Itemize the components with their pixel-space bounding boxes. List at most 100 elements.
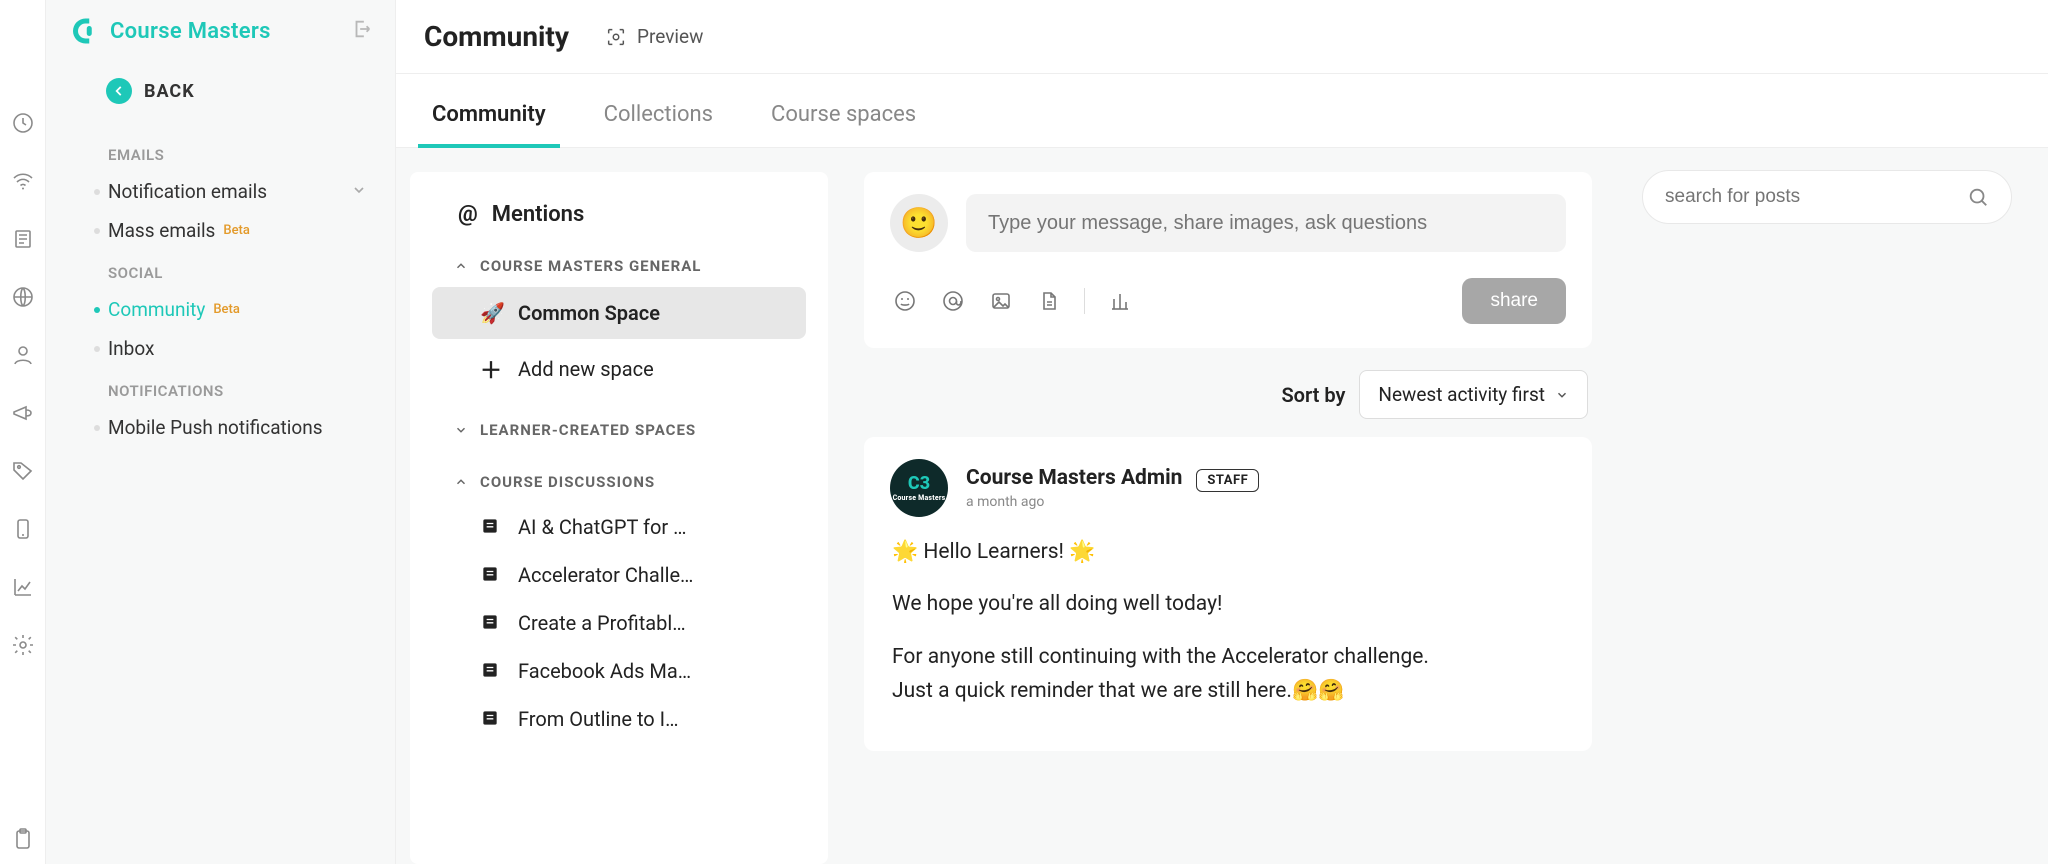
section-heading-social: SOCIAL xyxy=(46,250,395,290)
course-item[interactable]: AI & ChatGPT for … xyxy=(432,503,806,551)
space-common[interactable]: 🚀 Common Space xyxy=(432,287,806,339)
chart-icon[interactable] xyxy=(10,574,36,600)
book-icon xyxy=(480,564,502,586)
page-header: Community Preview xyxy=(396,0,2048,74)
sort-value: Newest activity first xyxy=(1378,383,1545,406)
image-icon[interactable] xyxy=(988,288,1014,314)
tab-collections[interactable]: Collections xyxy=(596,102,721,147)
brand-row: Course Masters xyxy=(46,0,395,62)
tab-community[interactable]: Community xyxy=(424,102,554,147)
sidebar: Course Masters BACK EMAILS Notification … xyxy=(46,0,396,864)
tab-course-spaces[interactable]: Course spaces xyxy=(763,102,924,147)
back-icon[interactable] xyxy=(106,78,132,104)
brand-name: Course Masters xyxy=(110,19,271,44)
course-label: From Outline to I… xyxy=(518,707,679,731)
sidebar-item-notification-emails[interactable]: Notification emails xyxy=(46,172,395,211)
course-item[interactable]: Create a Profitabl… xyxy=(432,599,806,647)
book-icon xyxy=(480,612,502,634)
search-input[interactable] xyxy=(1665,186,1967,208)
course-label: Facebook Ads Ma… xyxy=(518,659,691,683)
chevron-up-icon xyxy=(454,259,468,273)
sidebar-item-inbox[interactable]: Inbox xyxy=(46,329,395,368)
plus-icon: ＋ xyxy=(480,353,502,385)
exit-icon[interactable] xyxy=(351,18,373,44)
sidebar-item-label: Notification emails xyxy=(108,180,267,203)
sidebar-item-mobile-push[interactable]: Mobile Push notifications xyxy=(46,408,395,447)
add-space-label: Add new space xyxy=(518,357,654,381)
chevron-up-icon xyxy=(454,475,468,489)
search-column xyxy=(1628,148,2048,864)
feed: 🙂 share Sort by Newest activity first xyxy=(828,148,1628,864)
preview-label: Preview xyxy=(637,25,703,48)
course-item[interactable]: Accelerator Challe… xyxy=(432,551,806,599)
clock-icon[interactable] xyxy=(10,110,36,136)
course-item[interactable]: Facebook Ads Ma… xyxy=(432,647,806,695)
post-line: 🌟 Hello Learners! 🌟 xyxy=(892,537,1564,567)
avatar: 🙂 xyxy=(890,194,948,252)
sidebar-item-label: Inbox xyxy=(108,337,154,360)
globe-icon[interactable] xyxy=(10,284,36,310)
course-item[interactable]: From Outline to I… xyxy=(432,695,806,743)
page-icon[interactable] xyxy=(10,226,36,252)
divider xyxy=(1084,288,1085,314)
section-heading-notifications: NOTIFICATIONS xyxy=(46,368,395,408)
space-label: Common Space xyxy=(518,301,660,325)
wifi-icon[interactable] xyxy=(10,168,36,194)
chevron-down-icon xyxy=(1555,388,1569,402)
sidebar-item-community[interactable]: Community Beta xyxy=(46,290,395,329)
search-box[interactable] xyxy=(1642,170,2012,224)
sidebar-item-mass-emails[interactable]: Mass emails Beta xyxy=(46,211,395,250)
compose-input[interactable] xyxy=(966,194,1566,252)
clipboard-icon[interactable] xyxy=(10,826,36,852)
sidebar-item-label: Community xyxy=(108,298,205,321)
preview-button[interactable]: Preview xyxy=(605,25,703,48)
megaphone-icon[interactable] xyxy=(10,400,36,426)
share-button[interactable]: share xyxy=(1462,278,1566,324)
preview-icon xyxy=(605,26,627,48)
search-icon xyxy=(1967,186,1989,208)
add-space[interactable]: ＋ Add new space xyxy=(432,339,806,399)
composer: 🙂 share xyxy=(864,172,1592,348)
staff-badge: STAFF xyxy=(1196,469,1259,492)
group-head-discussions[interactable]: COURSE DISCUSSIONS xyxy=(410,451,828,503)
mentions-label: Mentions xyxy=(492,202,585,227)
file-icon[interactable] xyxy=(1036,288,1062,314)
tabs: Community Collections Course spaces xyxy=(396,74,2048,148)
rocket-icon: 🚀 xyxy=(480,301,502,325)
emoji-icon[interactable] xyxy=(892,288,918,314)
group-head-learner[interactable]: LEARNER-CREATED SPACES xyxy=(410,399,828,451)
spaces-panel: @ Mentions COURSE MASTERS GENERAL 🚀 Comm… xyxy=(410,172,828,864)
chevron-down-icon xyxy=(454,423,468,437)
post-body: 🌟 Hello Learners! 🌟 We hope you're all d… xyxy=(890,517,1566,707)
at-icon: @ xyxy=(458,202,478,227)
group-head-general[interactable]: COURSE MASTERS GENERAL xyxy=(410,249,828,287)
post: C3Course Masters Course Masters Admin ST… xyxy=(864,437,1592,751)
post-time: a month ago xyxy=(966,494,1259,510)
beta-badge: Beta xyxy=(223,223,250,238)
icon-rail xyxy=(0,0,46,864)
post-author: Course Masters Admin xyxy=(966,466,1182,490)
chevron-down-icon xyxy=(351,180,367,203)
mobile-icon[interactable] xyxy=(10,516,36,542)
sort-select[interactable]: Newest activity first xyxy=(1359,370,1588,419)
sidebar-item-label: Mobile Push notifications xyxy=(108,416,323,439)
back-row[interactable]: BACK xyxy=(46,62,395,122)
gear-icon[interactable] xyxy=(10,632,36,658)
brand-logo-icon xyxy=(68,16,98,46)
book-icon xyxy=(480,516,502,538)
post-line: Just a quick reminder that we are still … xyxy=(892,676,1564,706)
course-label: Create a Profitabl… xyxy=(518,611,686,635)
course-label: Accelerator Challe… xyxy=(518,563,693,587)
page-title: Community xyxy=(424,20,569,53)
course-label: AI & ChatGPT for … xyxy=(518,515,687,539)
mentions-item[interactable]: @ Mentions xyxy=(410,190,828,249)
tag-icon[interactable] xyxy=(10,458,36,484)
mention-icon[interactable] xyxy=(940,288,966,314)
sort-label: Sort by xyxy=(1281,383,1345,407)
main: Community Preview Community Collections … xyxy=(396,0,2048,864)
user-icon[interactable] xyxy=(10,342,36,368)
poll-icon[interactable] xyxy=(1107,288,1133,314)
post-line: For anyone still continuing with the Acc… xyxy=(892,642,1564,672)
post-line: We hope you're all doing well today! xyxy=(892,589,1564,619)
post-avatar: C3Course Masters xyxy=(890,459,948,517)
